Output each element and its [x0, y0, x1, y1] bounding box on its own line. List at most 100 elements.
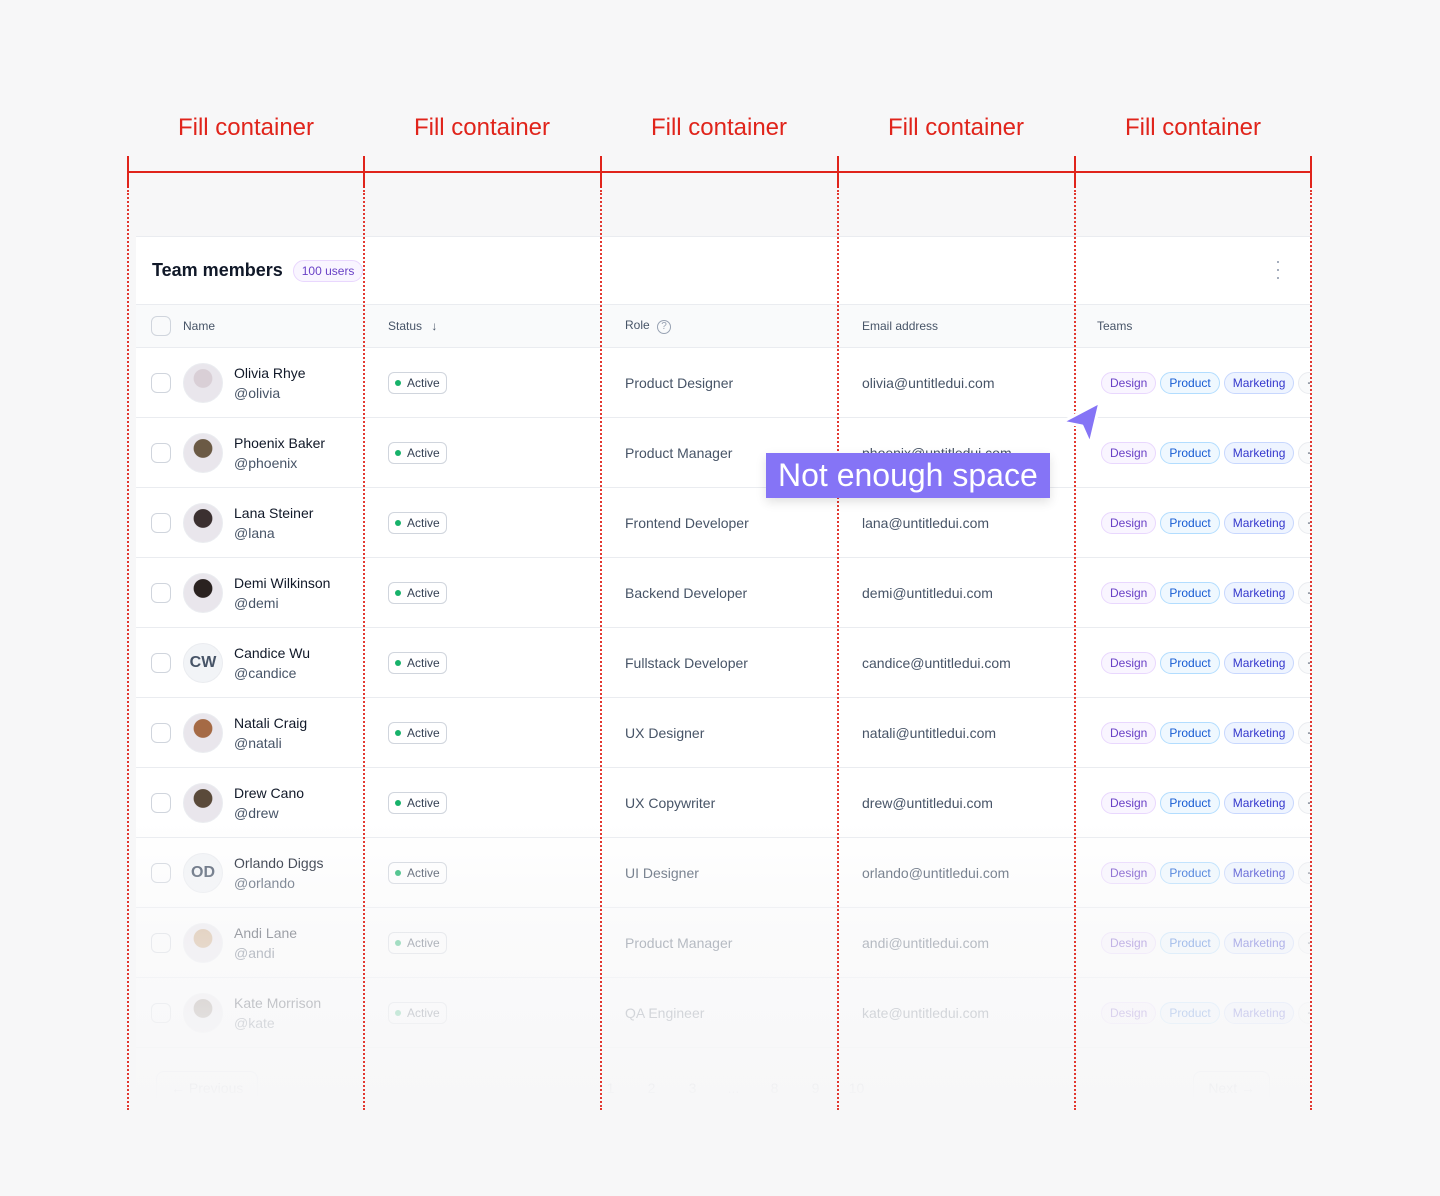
team-badge: Marketing — [1223, 441, 1295, 464]
fill-container-label: Fill container — [650, 114, 788, 141]
member-handle: @demi — [234, 594, 279, 611]
member-name: Natali Craig — [234, 714, 308, 731]
next-button[interactable]: Next → — [1193, 1071, 1270, 1105]
table-row: Lana Steiner @lana Active Frontend Devel… — [136, 488, 1310, 558]
role: QA Engineer — [625, 1004, 705, 1021]
role: UX Copywriter — [625, 794, 716, 811]
fill-container-label: Fill container — [413, 114, 551, 141]
status-badge: Active — [388, 371, 447, 394]
status-dot-icon — [395, 1009, 401, 1016]
member-name: Phoenix Baker — [234, 434, 326, 451]
row-checkbox[interactable] — [151, 442, 171, 463]
member-name: Olivia Rhye — [234, 364, 306, 381]
member-handle: @kate — [234, 1014, 275, 1031]
avatar — [183, 712, 223, 753]
page-3[interactable]: 3 — [672, 1080, 713, 1096]
status-dot-icon — [395, 589, 401, 596]
page-9[interactable]: 9 — [795, 1080, 836, 1096]
email: kate@untitledui.com — [862, 1004, 990, 1021]
column-guide — [600, 190, 602, 1110]
table-row: Olivia Rhye @olivia Active Product Desig… — [136, 348, 1310, 418]
member-handle: @phoenix — [234, 454, 298, 471]
team-badge: Design — [1101, 371, 1157, 394]
team-badge-overflow: +4 — [1298, 511, 1310, 534]
member-handle: @lana — [234, 524, 275, 541]
team-badge: Design — [1101, 791, 1157, 814]
page-10[interactable]: 10 — [836, 1080, 877, 1096]
user-count-badge: 100 users — [292, 259, 364, 282]
row-checkbox[interactable] — [151, 722, 171, 743]
col-role[interactable]: Role — [625, 318, 650, 332]
column-guide — [837, 190, 839, 1110]
email: candice@untitledui.com — [862, 654, 1011, 671]
team-badge-overflow: +4 — [1298, 721, 1310, 744]
member-handle: @olivia — [234, 384, 281, 401]
table-header: Team members 100 users · · · — [136, 237, 1310, 305]
member-name: Drew Cano — [234, 784, 305, 801]
table-row: Andi Lane @andi Active Product Manager a… — [136, 908, 1310, 978]
row-checkbox[interactable] — [151, 932, 171, 953]
width-guide-line — [128, 171, 1311, 173]
team-badge-overflow: +4 — [1298, 861, 1310, 884]
help-circle-icon[interactable]: ? — [657, 320, 672, 334]
email: orlando@untitledui.com — [862, 864, 1010, 881]
team-badge: Marketing — [1223, 371, 1295, 394]
member-name: Orlando Diggs — [234, 854, 324, 871]
email: lana@untitledui.com — [862, 514, 990, 531]
fill-container-label: Fill container — [887, 114, 1025, 141]
column-guide — [363, 190, 365, 1110]
page-8[interactable]: 8 — [754, 1080, 795, 1096]
email: demi@untitledui.com — [862, 584, 993, 601]
not-enough-space-callout: Not enough space — [766, 453, 1050, 498]
row-checkbox[interactable] — [151, 582, 171, 603]
page-...[interactable]: ... — [713, 1080, 754, 1096]
row-checkbox[interactable] — [151, 1002, 171, 1023]
table-title: Team members — [152, 260, 283, 280]
page-2[interactable]: 2 — [631, 1080, 672, 1096]
team-badge: Product — [1160, 931, 1220, 954]
role: UX Designer — [625, 724, 705, 741]
avatar — [183, 992, 223, 1033]
status-dot-icon — [395, 869, 401, 876]
row-checkbox[interactable] — [151, 372, 171, 393]
role: Backend Developer — [625, 584, 748, 601]
table-row: Natali Craig @natali Active UX Designer … — [136, 698, 1310, 768]
status-badge: Active — [388, 861, 447, 884]
arrow-down-icon[interactable]: ↓ — [431, 319, 437, 333]
row-checkbox[interactable] — [151, 792, 171, 813]
table-row: Demi Wilkinson @demi Active Backend Deve… — [136, 558, 1310, 628]
row-checkbox[interactable] — [151, 652, 171, 673]
col-email[interactable]: Email address — [862, 319, 938, 333]
avatar — [183, 432, 223, 473]
select-all-checkbox[interactable] — [151, 316, 171, 336]
team-badge: Design — [1101, 1001, 1157, 1024]
avatar — [183, 572, 223, 613]
previous-button[interactable]: ← Previous — [156, 1071, 259, 1105]
team-badge: Product — [1160, 581, 1220, 604]
team-badge: Product — [1160, 371, 1220, 394]
member-name: Candice Wu — [234, 644, 311, 661]
avatar — [183, 922, 223, 963]
column-guide — [1074, 190, 1076, 1110]
col-name[interactable]: Name — [183, 319, 215, 333]
team-badge-overflow: +4 — [1298, 441, 1310, 464]
table-row: Phoenix Baker @phoenix Active Product Ma… — [136, 418, 1310, 488]
col-status[interactable]: Status — [388, 319, 422, 333]
fill-container-label: Fill container — [177, 114, 315, 141]
member-name: Demi Wilkinson — [234, 574, 331, 591]
row-checkbox[interactable] — [151, 862, 171, 883]
more-options-icon[interactable]: · · · — [1274, 252, 1282, 286]
team-badge: Marketing — [1223, 511, 1295, 534]
row-checkbox[interactable] — [151, 512, 171, 533]
team-badge: Design — [1101, 861, 1157, 884]
team-badge: Marketing — [1223, 651, 1295, 674]
status-dot-icon — [395, 519, 401, 526]
team-badge: Design — [1101, 931, 1157, 954]
avatar: CW — [183, 642, 223, 683]
page-1[interactable]: 1 — [590, 1080, 631, 1096]
status-dot-icon — [395, 659, 401, 666]
col-teams[interactable]: Teams — [1097, 319, 1132, 333]
avatar — [183, 502, 223, 543]
team-badge: Marketing — [1223, 931, 1295, 954]
team-badge: Marketing — [1223, 721, 1295, 744]
